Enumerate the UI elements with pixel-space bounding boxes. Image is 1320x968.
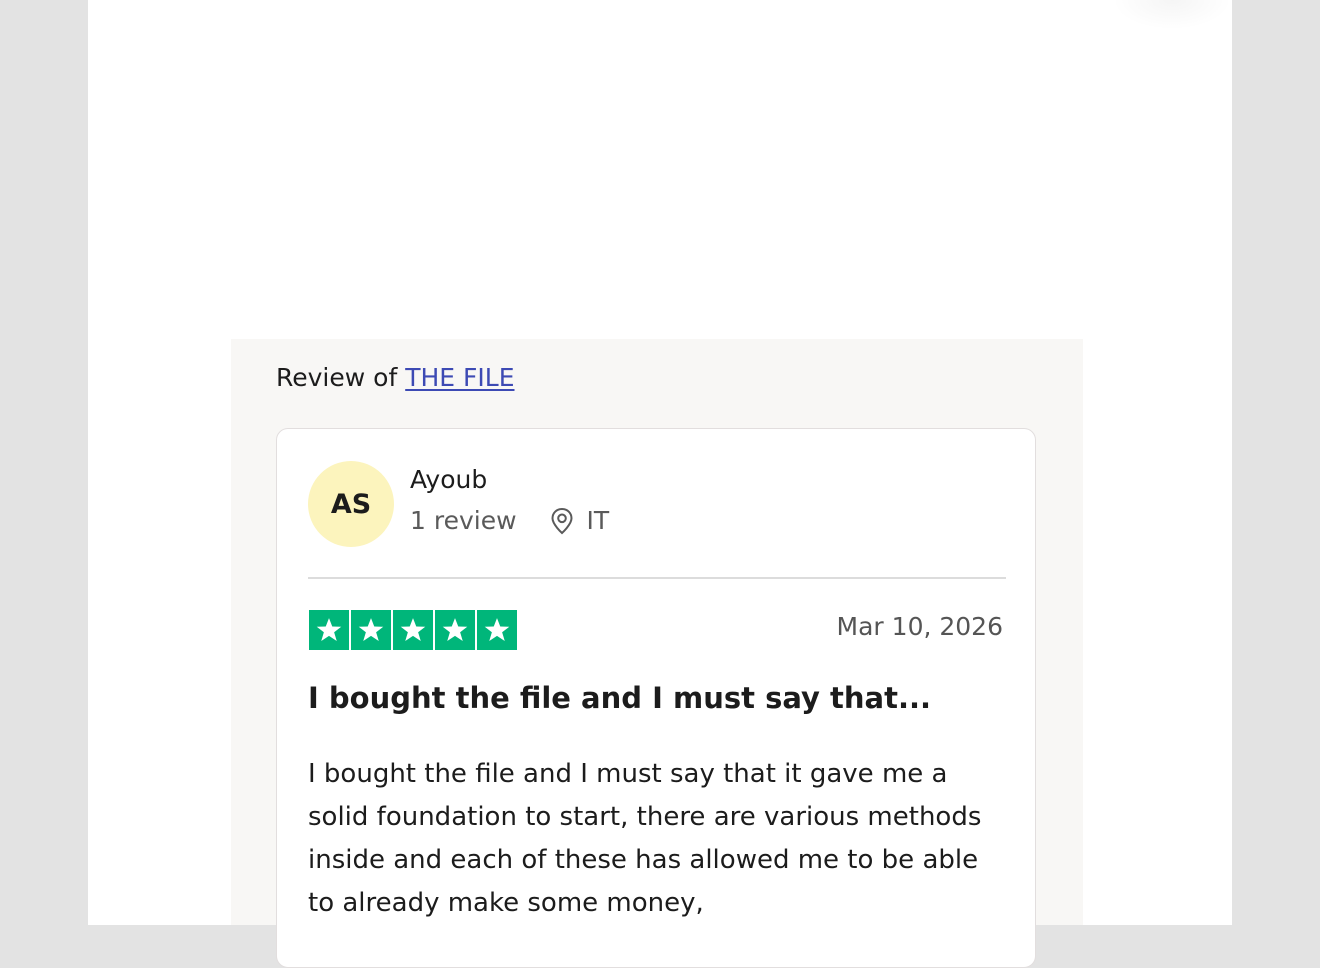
review-body: I bought the file and I must say that it… <box>308 759 982 918</box>
review-count: 1 review <box>410 506 517 535</box>
star-icon <box>309 610 349 650</box>
review-card: AS Ayoub 1 review IT Mar 10, 2026 I boug… <box>276 428 1036 968</box>
page: Review of THE FILE AS Ayoub 1 review IT … <box>88 0 1232 968</box>
star-icon <box>393 610 433 650</box>
star-icon <box>435 610 475 650</box>
reviewer-country: IT <box>586 506 610 535</box>
review-title[interactable]: I bought the file and I must say that... <box>308 681 931 715</box>
divider <box>308 577 1006 579</box>
location-pin-icon <box>551 507 573 534</box>
review-of-heading: Review of THE FILE <box>276 363 515 392</box>
star-icon <box>351 610 391 650</box>
reviewer-name[interactable]: Ayoub <box>410 465 487 494</box>
avatar[interactable]: AS <box>308 461 394 547</box>
star-rating <box>309 610 517 650</box>
review-of-prefix: Review of <box>276 363 398 392</box>
review-panel: Review of THE FILE AS Ayoub 1 review IT … <box>231 339 1083 968</box>
company-link[interactable]: THE FILE <box>405 363 514 392</box>
top-shadow <box>1112 0 1232 30</box>
review-date: Mar 10, 2026 <box>836 612 1003 641</box>
star-icon <box>477 610 517 650</box>
reviewer-meta: 1 review IT <box>410 506 609 535</box>
